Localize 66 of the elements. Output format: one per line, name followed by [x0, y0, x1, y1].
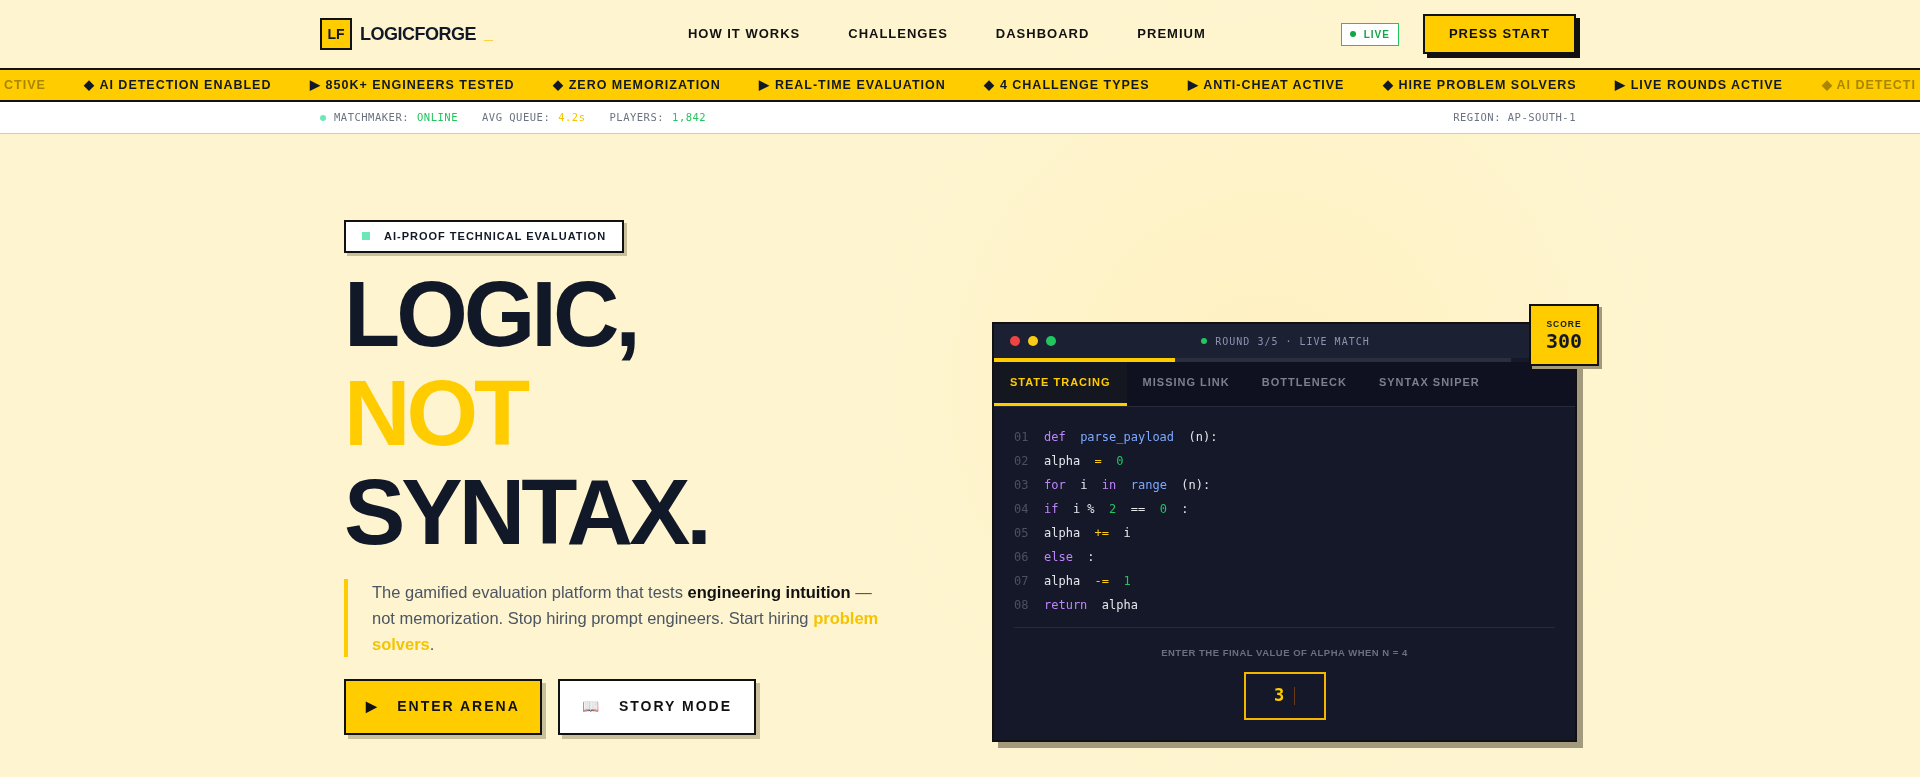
nav-link[interactable]: PREMIUM — [1137, 24, 1206, 44]
code-line: alpha += i — [1044, 524, 1131, 542]
line-number: 01 — [1014, 428, 1030, 446]
nav-link[interactable]: DASHBOARD — [995, 24, 1090, 44]
headline: LOGIC, — [344, 264, 638, 364]
text-caret — [1294, 686, 1296, 705]
score-value: 300 — [1545, 330, 1583, 353]
window-title: ROUND 3/5 · LIVE MATCH — [1215, 334, 1370, 349]
line-number: 05 — [1014, 524, 1030, 542]
region-label: REGION: AP-SOUTH-1 — [1453, 109, 1576, 125]
window-dot — [1046, 336, 1056, 346]
cursor-mark: _ — [484, 24, 493, 44]
tab[interactable]: STATE TRACING — [994, 362, 1127, 406]
code-line: if i % 2 == 0 : — [1044, 500, 1189, 518]
ticker-item: ◆ HIRE PROBLEM SOLVERS — [1383, 76, 1577, 94]
ticker-item: ▶ LIVE ROUNDS ACTIVE — [1615, 76, 1783, 94]
live-badge: LIVE — [1340, 22, 1399, 46]
headline: NOT — [344, 363, 528, 464]
code-line: alpha = 0 — [1044, 452, 1124, 470]
stat-value: 4.2s — [558, 109, 586, 125]
book-icon: 📖 — [581, 696, 601, 718]
line-number: 03 — [1014, 476, 1030, 494]
ticker-item: CTIVE — [4, 76, 46, 94]
ticker-item: ◆ AI DETECTION ENABLED — [84, 76, 272, 94]
answer-value: 3 — [1273, 684, 1285, 707]
code-line: alpha -= 1 — [1044, 572, 1131, 590]
ticker-item: ▶ 850K+ ENGINEERS TESTED — [310, 76, 515, 94]
code-line: def parse_payload (n): — [1044, 428, 1218, 446]
status-dot — [1349, 31, 1356, 37]
play-icon: ▶ — [366, 696, 380, 718]
ticker-item: ◆ ZERO MEMORIZATION — [553, 76, 721, 94]
tab[interactable]: BOTTLENECK — [1245, 362, 1363, 406]
headline: SYNTAX. — [344, 463, 709, 563]
ticker-item: ◆ 4 CHALLENGE TYPES — [984, 76, 1150, 94]
stat-label: AVG QUEUE: — [482, 109, 551, 125]
stat-value: ONLINE — [417, 109, 458, 125]
stat-label: PLAYERS: — [609, 109, 665, 125]
code-line: for i in range (n): — [1044, 476, 1211, 494]
score-label: SCORE — [1546, 317, 1582, 331]
nav-link[interactable]: CHALLENGES — [848, 24, 948, 44]
status-dot — [320, 114, 326, 121]
badge-text: AI-PROOF TECHNICAL EVALUATION — [384, 229, 607, 244]
line-number: 06 — [1014, 548, 1030, 566]
ticker-item: ▶ ANTI-CHEAT ACTIVE — [1188, 76, 1345, 94]
code-line: return alpha — [1044, 596, 1138, 614]
tab[interactable]: SYNTAX SNIPER — [1362, 362, 1496, 406]
square-icon — [362, 232, 370, 241]
ticker-item: ◆ AI DETECTI — [1821, 76, 1916, 94]
line-number: 08 — [1014, 596, 1030, 614]
line-number: 04 — [1014, 500, 1030, 518]
window-dot — [1028, 336, 1038, 346]
line-number: 07 — [1014, 572, 1030, 590]
code-line: else : — [1044, 548, 1095, 566]
nav-link[interactable]: HOW IT WORKS — [687, 24, 801, 44]
logo-text[interactable]: LOGICFORGE — [360, 20, 476, 48]
ticker-item: ▶ REAL-TIME EVALUATION — [759, 76, 946, 94]
prompt-text: ENTER THE FINAL VALUE OF ALPHA WHEN N = 4 — [1160, 645, 1409, 660]
logo-mark[interactable]: LF — [320, 18, 352, 50]
description: The gamified evaluation platform that tests engineering intuition — not memorization. Stop hiring prompt engineers. Start hiring problem solvers. — [344, 578, 884, 657]
line-number: 02 — [1014, 452, 1030, 470]
window-dot — [1010, 336, 1020, 346]
stat-label: MATCHMAKER: — [334, 109, 410, 125]
stat-value: 1,842 — [672, 109, 707, 125]
status-dot — [1201, 338, 1208, 344]
tab[interactable]: MISSING LINK — [1126, 362, 1246, 406]
answer-field[interactable]: 3 — [1243, 671, 1326, 720]
